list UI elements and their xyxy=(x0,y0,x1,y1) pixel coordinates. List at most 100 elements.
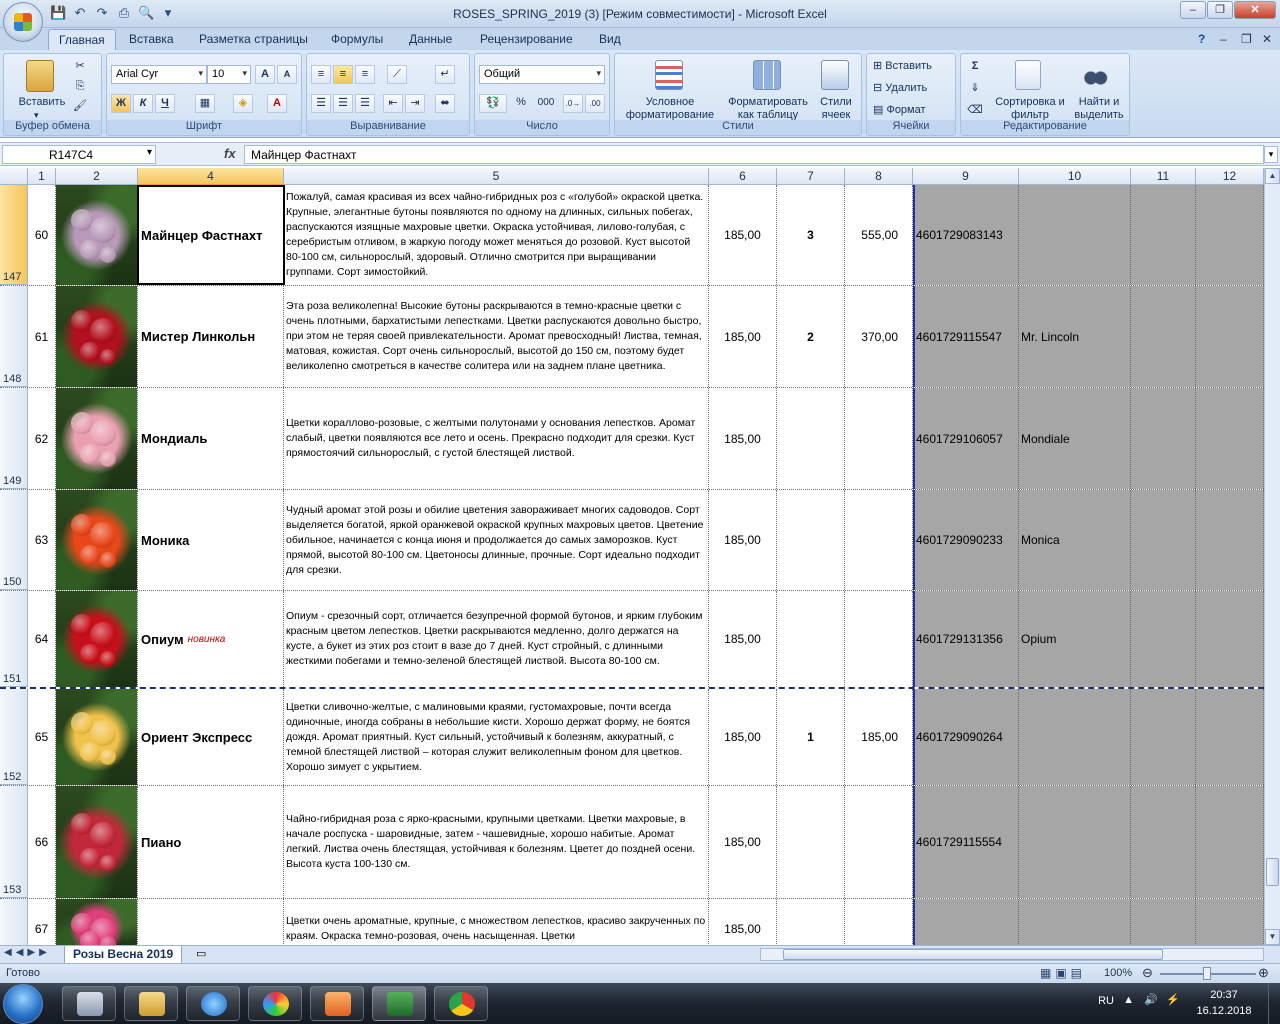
cell-sum[interactable] xyxy=(845,899,913,945)
cell-price[interactable]: 185,00 xyxy=(709,899,777,945)
row-header[interactable]: 147 xyxy=(0,185,28,285)
increase-font-icon[interactable]: A xyxy=(255,65,275,84)
cell-price[interactable]: 185,00 xyxy=(709,490,777,590)
scrollbar-thumb[interactable] xyxy=(1266,858,1279,886)
cell-sum[interactable]: 185,00 xyxy=(845,689,913,785)
orientation-icon[interactable]: ⟋ xyxy=(387,65,407,84)
zoom-slider-thumb[interactable] xyxy=(1203,967,1211,980)
decrease-font-icon[interactable]: A xyxy=(277,65,297,84)
name-box[interactable]: R147C4 xyxy=(2,145,156,164)
taskbar-chrome[interactable] xyxy=(434,986,488,1021)
cell-latin-name[interactable] xyxy=(1019,689,1131,785)
volume-icon[interactable]: 🔊 xyxy=(1144,993,1158,1006)
cell-number[interactable]: 60 xyxy=(28,185,56,285)
wrap-text-icon[interactable]: ↵ xyxy=(435,65,455,84)
cell-photo[interactable] xyxy=(56,689,138,785)
taskbar-media[interactable] xyxy=(310,986,364,1021)
cell-variety-name[interactable]: Ориент Экспресс xyxy=(138,689,284,785)
fill-icon[interactable]: ⇓ xyxy=(965,80,985,99)
cell-latin-name[interactable] xyxy=(1019,899,1131,945)
taskbar-explorer[interactable] xyxy=(124,986,178,1021)
zoom-out-icon[interactable]: ⊖ xyxy=(1142,965,1153,981)
format-as-table-icon[interactable] xyxy=(753,60,781,90)
cell-quantity[interactable]: 2 xyxy=(777,286,845,387)
cell-latin-name[interactable]: Monica xyxy=(1019,490,1131,590)
merge-center-icon[interactable]: ⬌ xyxy=(435,94,455,113)
help-icon[interactable]: ? xyxy=(1198,32,1205,46)
find-select-button[interactable]: Найти и выделить xyxy=(1069,96,1129,122)
cell-number[interactable]: 61 xyxy=(28,286,56,387)
align-middle-icon[interactable]: ≡ xyxy=(333,65,353,84)
language-indicator[interactable]: RU xyxy=(1098,995,1114,1007)
horizontal-scrollbar-thumb[interactable] xyxy=(783,949,1163,960)
insert-sheet-icon[interactable]: ▭ xyxy=(196,947,206,960)
align-top-icon[interactable]: ≡ xyxy=(311,65,331,84)
cell-photo[interactable] xyxy=(56,899,138,945)
cell-quantity[interactable] xyxy=(777,899,845,945)
cell-price[interactable]: 185,00 xyxy=(709,388,777,489)
scroll-down-icon[interactable]: ▼ xyxy=(1265,929,1280,945)
cell-number[interactable]: 62 xyxy=(28,388,56,489)
cell-description[interactable]: Пожалуй, самая красивая из всех чайно-ги… xyxy=(284,185,709,285)
cell-empty[interactable] xyxy=(1131,185,1196,285)
cell-variety-name[interactable]: Майнцер Фастнахт xyxy=(138,185,284,285)
cell-empty[interactable] xyxy=(1196,899,1264,945)
tab-home[interactable]: Главная xyxy=(48,29,116,51)
minimize-button[interactable]: – xyxy=(1180,1,1206,19)
cell-photo[interactable] xyxy=(56,591,138,687)
cell-quantity[interactable] xyxy=(777,388,845,489)
format-cells-button[interactable]: ▤ Формат xyxy=(873,104,926,117)
horizontal-scrollbar[interactable] xyxy=(760,948,1264,961)
cell-barcode[interactable]: 4601729106057 xyxy=(913,388,1019,489)
tray-expand-icon[interactable]: ▲ xyxy=(1123,994,1134,1006)
cell-empty[interactable] xyxy=(1196,490,1264,590)
cell-empty[interactable] xyxy=(1196,689,1264,785)
cell-description[interactable]: Эта роза великолепна! Высокие бутоны рас… xyxy=(284,286,709,387)
office-button[interactable] xyxy=(3,2,43,42)
cell-variety-name[interactable]: Опиум новинка xyxy=(138,591,284,687)
underline-button[interactable]: Ч xyxy=(155,94,175,113)
borders-icon[interactable]: ▦ xyxy=(195,94,215,113)
cell-barcode[interactable]: 4601729131356 xyxy=(913,591,1019,687)
cell-sum[interactable]: 555,00 xyxy=(845,185,913,285)
cell-sum[interactable] xyxy=(845,490,913,590)
column-header[interactable]: 9 xyxy=(913,168,1019,185)
align-center-icon[interactable]: ☰ xyxy=(333,94,353,113)
tab-view[interactable]: Вид xyxy=(599,32,621,46)
currency-icon[interactable]: 💱 xyxy=(479,94,507,113)
clock-date[interactable]: 16.12.2018 xyxy=(1194,1005,1254,1017)
cell-barcode[interactable]: 4601729115554 xyxy=(913,786,1019,898)
format-as-table-button[interactable]: Форматировать как таблицу xyxy=(723,96,813,122)
column-header[interactable]: 11 xyxy=(1131,168,1196,185)
row-header[interactable]: 154 xyxy=(0,899,28,945)
cell-price[interactable]: 185,00 xyxy=(709,689,777,785)
cell-sum[interactable]: 370,00 xyxy=(845,286,913,387)
scroll-up-icon[interactable]: ▲ xyxy=(1265,168,1280,184)
sort-filter-button[interactable]: Сортировка и фильтр xyxy=(991,96,1069,122)
cell-quantity[interactable] xyxy=(777,786,845,898)
column-header-selected[interactable]: 4 xyxy=(138,168,284,185)
cell-empty[interactable] xyxy=(1131,490,1196,590)
taskbar-paint[interactable] xyxy=(248,986,302,1021)
cell-sum[interactable] xyxy=(845,388,913,489)
cell-variety-name[interactable]: Пиано xyxy=(138,786,284,898)
cut-icon[interactable]: ✂ xyxy=(70,58,90,77)
row-header[interactable]: 150 xyxy=(0,490,28,590)
cell-variety-name[interactable]: Моника xyxy=(138,490,284,590)
taskbar-calculator[interactable] xyxy=(62,986,116,1021)
restore-button[interactable]: ❐ xyxy=(1207,1,1233,19)
column-header[interactable]: 2 xyxy=(56,168,138,185)
cell-latin-name[interactable] xyxy=(1019,185,1131,285)
row-header[interactable]: 148 xyxy=(0,286,28,387)
cell-description[interactable]: Цветки сливочно-желтые, с малиновыми кра… xyxy=(284,689,709,785)
cell-latin-name[interactable] xyxy=(1019,786,1131,898)
thousands-button[interactable]: 000 xyxy=(533,94,559,113)
show-desktop-button[interactable] xyxy=(1268,983,1280,1024)
cell-quantity[interactable]: 3 xyxy=(777,185,845,285)
bold-button[interactable]: Ж xyxy=(111,94,131,113)
format-painter-icon[interactable]: 🖌 xyxy=(70,98,90,117)
ribbon-restore-icon[interactable]: ❐ xyxy=(1241,32,1252,46)
cell-description[interactable]: Цветки кораллово-розовые, с желтыми полу… xyxy=(284,388,709,489)
align-left-icon[interactable]: ☰ xyxy=(311,94,331,113)
tab-formulas[interactable]: Формулы xyxy=(331,32,383,46)
